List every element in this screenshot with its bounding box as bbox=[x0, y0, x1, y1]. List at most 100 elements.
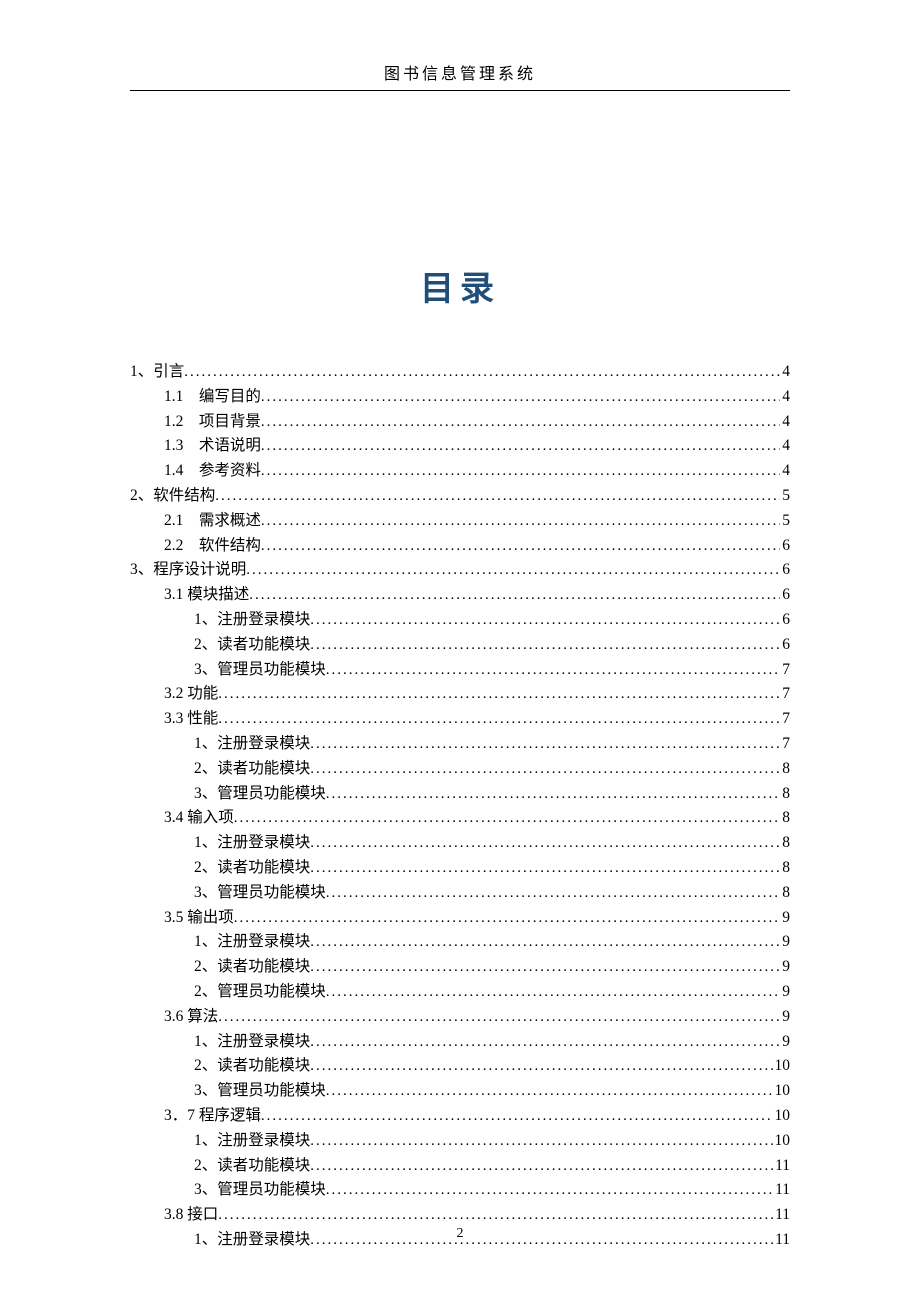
toc-entry-label: 2、读者功能模块 bbox=[194, 955, 310, 980]
toc-entry: 3．7 程序逻辑10 bbox=[130, 1104, 790, 1129]
toc-entry-page: 5 bbox=[780, 509, 790, 534]
toc-entry-page: 7 bbox=[780, 658, 790, 683]
toc-entry: 3、管理员功能模块 10 bbox=[130, 1079, 790, 1104]
toc-entry-page: 6 bbox=[780, 534, 790, 559]
toc-entry: 3、管理员功能模块 7 bbox=[130, 658, 790, 683]
toc-leader-dots bbox=[310, 633, 780, 657]
toc-entry-label: 2、软件结构 bbox=[130, 484, 215, 509]
toc-leader-dots bbox=[326, 1079, 773, 1103]
toc-entry: 2、读者功能模块6 bbox=[130, 633, 790, 658]
toc-entry-label: 1、引言 bbox=[130, 360, 184, 385]
toc-entry: 3.1 模块描述 6 bbox=[130, 583, 790, 608]
toc-leader-dots bbox=[310, 1054, 772, 1078]
page-header: 图书信息管理系统 bbox=[130, 60, 790, 91]
toc-entry-label: 3、管理员功能模块 bbox=[194, 658, 326, 683]
toc-entry-label: 1.3 术语说明 bbox=[164, 434, 261, 459]
toc-leader-dots bbox=[218, 707, 780, 731]
table-of-contents: 1、引言41.1 编写目的41.2 项目背景41.3 术语说明41.4 参考资料… bbox=[130, 360, 790, 1253]
toc-entry-label: 3.8 接口 bbox=[164, 1203, 218, 1228]
toc-entry-page: 10 bbox=[773, 1129, 791, 1154]
toc-entry-label: 1、注册登录模块 bbox=[194, 1030, 310, 1055]
toc-entry-label: 3.1 模块描述 bbox=[164, 583, 249, 608]
toc-entry: 2.2 软件结构 6 bbox=[130, 534, 790, 559]
toc-entry-page: 8 bbox=[780, 831, 790, 856]
toc-entry-label: 1、注册登录模块 bbox=[194, 831, 310, 856]
toc-leader-dots bbox=[261, 410, 780, 434]
toc-leader-dots bbox=[218, 1005, 780, 1029]
toc-entry: 2、读者功能模块 9 bbox=[130, 955, 790, 980]
toc-entry-label: 3、程序设计说明 bbox=[130, 558, 246, 583]
toc-entry-label: 1、注册登录模块 bbox=[194, 1129, 310, 1154]
toc-entry: 1.1 编写目的4 bbox=[130, 385, 790, 410]
document-page: 图书信息管理系统 目录 1、引言41.1 编写目的41.2 项目背景41.3 术… bbox=[0, 0, 920, 1293]
toc-entry-page: 6 bbox=[780, 633, 790, 658]
toc-entry: 3、管理员功能模块 11 bbox=[130, 1178, 790, 1203]
toc-leader-dots bbox=[184, 360, 780, 384]
toc-entry-label: 3.4 输入项 bbox=[164, 806, 234, 831]
toc-leader-dots bbox=[310, 757, 780, 781]
toc-entry-label: 3.2 功能 bbox=[164, 682, 218, 707]
toc-entry-page: 9 bbox=[780, 930, 790, 955]
toc-entry-label: 2.1 需求概述 bbox=[164, 509, 261, 534]
toc-leader-dots bbox=[246, 558, 780, 582]
toc-entry-label: 3、管理员功能模块 bbox=[194, 1079, 326, 1104]
toc-entry-label: 3.6 算法 bbox=[164, 1005, 218, 1030]
toc-entry: 1、引言 4 bbox=[130, 360, 790, 385]
toc-entry-label: 2、读者功能模块 bbox=[194, 1054, 310, 1079]
toc-entry: 3、管理员功能模块8 bbox=[130, 782, 790, 807]
toc-leader-dots bbox=[261, 534, 780, 558]
toc-entry-page: 6 bbox=[780, 583, 790, 608]
toc-entry: 3.5 输出项 9 bbox=[130, 906, 790, 931]
toc-entry-page: 8 bbox=[780, 881, 790, 906]
toc-entry-page: 8 bbox=[780, 856, 790, 881]
toc-entry-label: 2、读者功能模块 bbox=[194, 1154, 310, 1179]
toc-entry: 2、管理员功能模块 9 bbox=[130, 980, 790, 1005]
toc-entry: 1、注册登录模块 7 bbox=[130, 732, 790, 757]
toc-leader-dots bbox=[310, 1154, 773, 1178]
toc-leader-dots bbox=[261, 1104, 773, 1128]
toc-entry-page: 4 bbox=[780, 459, 790, 484]
toc-entry-page: 4 bbox=[780, 360, 790, 385]
toc-entry-page: 4 bbox=[780, 385, 790, 410]
page-number: 2 bbox=[0, 1226, 920, 1242]
toc-entry-page: 8 bbox=[780, 806, 790, 831]
toc-entry: 1.3 术语说明4 bbox=[130, 434, 790, 459]
toc-entry: 2、读者功能模块8 bbox=[130, 757, 790, 782]
toc-entry-page: 9 bbox=[780, 980, 790, 1005]
toc-entry-label: 3.5 输出项 bbox=[164, 906, 234, 931]
toc-entry: 1.2 项目背景4 bbox=[130, 410, 790, 435]
toc-leader-dots bbox=[234, 806, 780, 830]
toc-entry: 1、注册登录模块9 bbox=[130, 1030, 790, 1055]
toc-entry: 1、注册登录模块 10 bbox=[130, 1129, 790, 1154]
toc-entry-label: 1、注册登录模块 bbox=[194, 608, 310, 633]
toc-leader-dots bbox=[249, 583, 780, 607]
toc-leader-dots bbox=[261, 459, 780, 483]
toc-entry-label: 1、注册登录模块 bbox=[194, 732, 310, 757]
toc-entry-label: 3、管理员功能模块 bbox=[194, 881, 326, 906]
toc-entry: 3、程序设计说明6 bbox=[130, 558, 790, 583]
toc-entry-page: 8 bbox=[780, 757, 790, 782]
toc-entry-page: 9 bbox=[780, 955, 790, 980]
toc-entry: 3.6 算法9 bbox=[130, 1005, 790, 1030]
toc-leader-dots bbox=[326, 658, 780, 682]
toc-entry: 3.3 性能7 bbox=[130, 707, 790, 732]
toc-entry-label: 2、管理员功能模块 bbox=[194, 980, 326, 1005]
toc-entry-label: 3.3 性能 bbox=[164, 707, 218, 732]
toc-entry-label: 2.2 软件结构 bbox=[164, 534, 261, 559]
toc-leader-dots bbox=[310, 955, 780, 979]
toc-leader-dots bbox=[261, 385, 780, 409]
toc-entry-page: 10 bbox=[773, 1079, 791, 1104]
toc-title: 目录 bbox=[130, 261, 790, 310]
toc-entry-page: 9 bbox=[780, 906, 790, 931]
toc-entry-page: 5 bbox=[780, 484, 790, 509]
toc-leader-dots bbox=[215, 484, 780, 508]
toc-entry-label: 2、读者功能模块 bbox=[194, 856, 310, 881]
toc-entry-page: 7 bbox=[780, 732, 790, 757]
toc-leader-dots bbox=[234, 906, 780, 930]
toc-entry-page: 11 bbox=[773, 1178, 790, 1203]
toc-leader-dots bbox=[310, 1129, 772, 1153]
toc-leader-dots bbox=[326, 980, 780, 1004]
toc-entry-label: 3、管理员功能模块 bbox=[194, 1178, 326, 1203]
toc-leader-dots bbox=[261, 509, 780, 533]
toc-entry: 2、读者功能模块11 bbox=[130, 1154, 790, 1179]
